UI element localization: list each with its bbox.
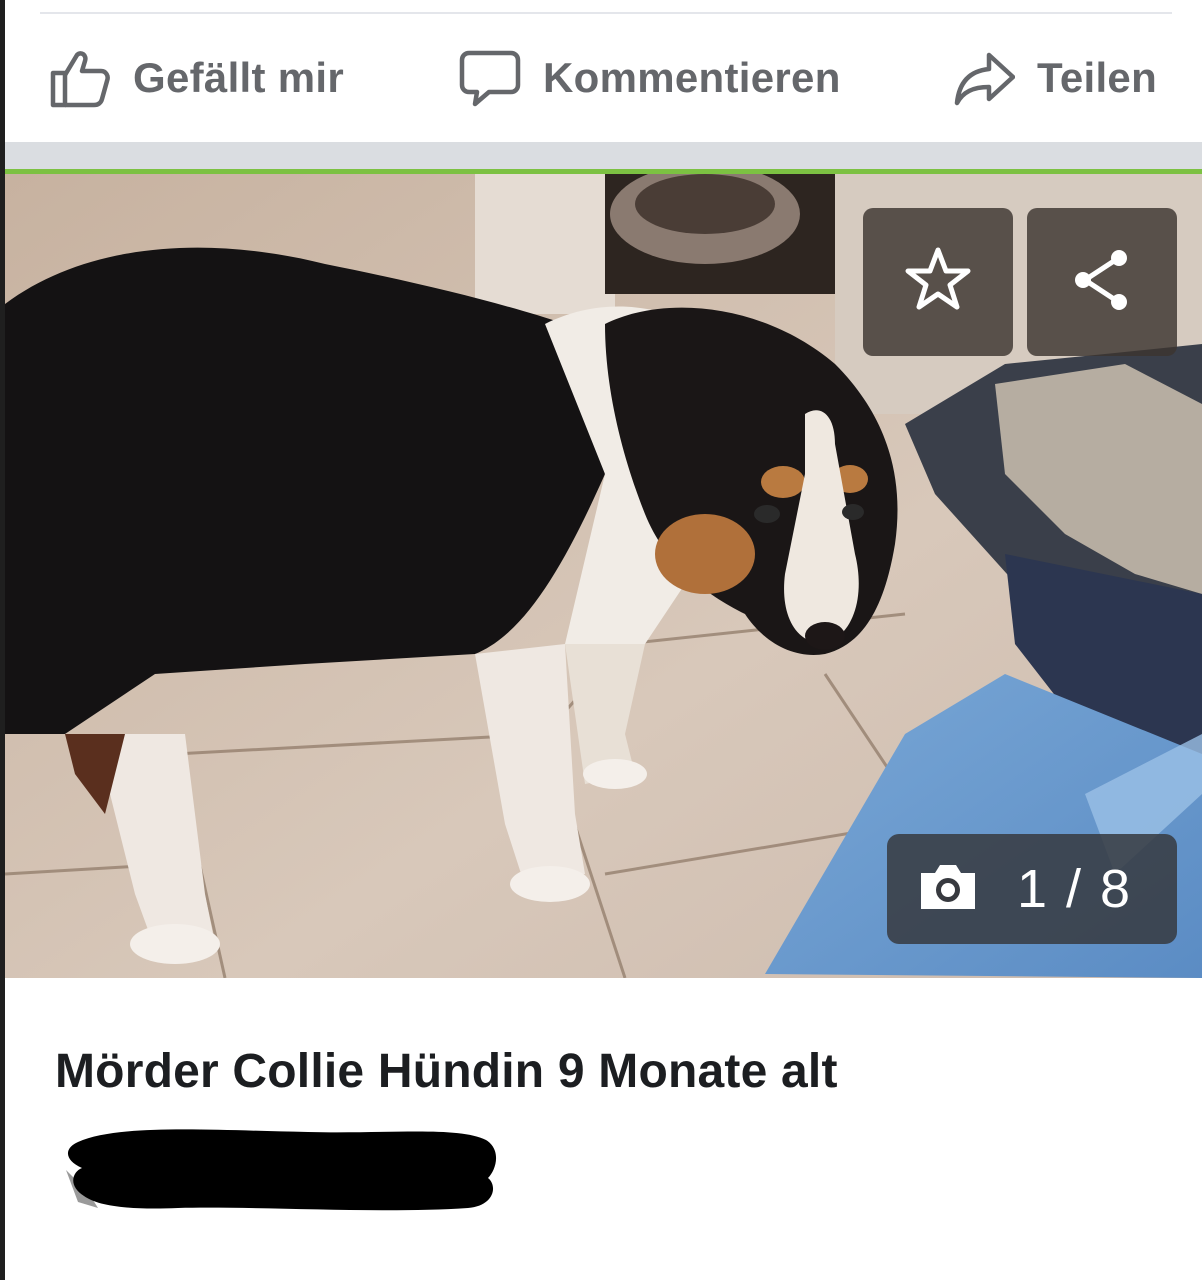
thumbs-up-icon	[49, 47, 111, 109]
comment-button[interactable]: Kommentieren	[459, 48, 841, 108]
listing-title[interactable]: Mörder Collie Hündin 9 Monate alt	[55, 1044, 838, 1099]
photo-counter[interactable]: 1 / 8	[887, 834, 1177, 944]
favorite-button[interactable]	[863, 208, 1013, 356]
share-button[interactable]: Teilen	[953, 48, 1157, 108]
section-separator	[5, 142, 1202, 169]
star-icon	[902, 244, 974, 321]
comment-bubble-icon	[459, 47, 521, 109]
redacted-area	[58, 1122, 502, 1212]
like-button[interactable]: Gefällt mir	[49, 48, 344, 108]
share-overlay-button[interactable]	[1027, 208, 1177, 356]
share-nodes-icon	[1069, 247, 1135, 318]
post-action-bar: Gefällt mir Kommentieren Teilen	[5, 14, 1202, 142]
camera-icon	[917, 861, 979, 918]
share-label: Teilen	[1037, 54, 1158, 101]
listing-photo[interactable]: 1 / 8	[5, 174, 1202, 978]
like-label: Gefällt mir	[133, 54, 345, 101]
share-arrow-icon	[953, 47, 1015, 109]
photo-counter-text: 1 / 8	[1017, 859, 1133, 919]
comment-label: Kommentieren	[543, 54, 841, 101]
